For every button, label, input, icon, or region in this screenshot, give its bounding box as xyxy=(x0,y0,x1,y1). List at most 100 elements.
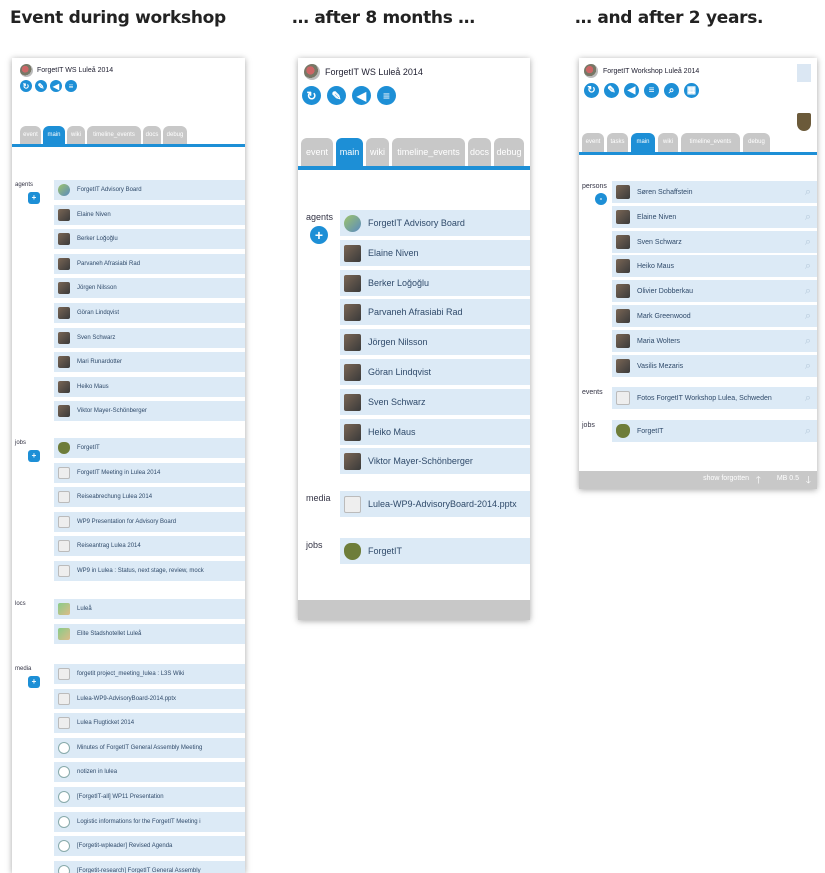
edit-icon[interactable]: ✎ xyxy=(327,86,346,105)
list-item[interactable]: notizen in lulea xyxy=(54,762,245,782)
announce-icon[interactable]: ◀ xyxy=(50,80,62,92)
tab-wiki[interactable]: wiki xyxy=(67,126,85,144)
tab-wiki[interactable]: wiki xyxy=(658,133,678,152)
list-item[interactable]: Elaine Niven xyxy=(340,240,530,266)
tab-timeline-events[interactable]: timeline_events xyxy=(681,133,740,152)
list-item[interactable]: WP9 in Lulea : Status, next stage, revie… xyxy=(54,561,245,581)
list-item[interactable]: Søren Schaffstein ⌕ xyxy=(612,181,817,203)
list-item[interactable]: Mark Greenwood ⌕ xyxy=(612,305,817,327)
list-item[interactable]: Sven Schwarz xyxy=(340,389,530,415)
list-item[interactable]: Minutes of ForgetIT General Assembly Mee… xyxy=(54,738,245,758)
list-item[interactable]: ForgetIT Advisory Board xyxy=(340,210,530,236)
tab-wiki[interactable]: wiki xyxy=(366,138,389,166)
tab-event[interactable]: event xyxy=(582,133,604,152)
list-item[interactable]: Lulea-WP9-AdvisoryBoard-2014.pptx xyxy=(54,689,245,709)
list-item[interactable]: Sven Schwarz xyxy=(54,328,245,348)
tab-debug[interactable]: debug xyxy=(163,126,187,144)
tab-main[interactable]: main xyxy=(336,138,363,166)
list-item[interactable]: Parvaneh Afrasiabi Rad xyxy=(340,299,530,325)
tab-event[interactable]: event xyxy=(20,126,41,144)
edit-icon[interactable]: ✎ xyxy=(35,80,47,92)
search-icon[interactable]: ⌕ xyxy=(805,310,811,323)
list-item[interactable]: [ForgetIT-all] WP11 Presentation xyxy=(54,787,245,807)
list-item[interactable]: forgetit project_meeting_lulea : L3S Wik… xyxy=(54,664,245,684)
list-item[interactable]: Vasilis Mezaris ⌕ xyxy=(612,355,817,377)
list-item[interactable]: Elaine Niven ⌕ xyxy=(612,206,817,228)
list-item[interactable]: Berker Loğoğlu xyxy=(340,270,530,296)
list-item[interactable]: Göran Lindqvist xyxy=(340,359,530,385)
tab-docs[interactable]: docs xyxy=(468,138,491,166)
down-arrow-icon[interactable]: 🡓 xyxy=(806,473,811,489)
list-item[interactable]: Heiko Maus xyxy=(54,377,245,397)
list-item[interactable]: Lulea Flugticket 2014 xyxy=(54,713,245,733)
list-item[interactable]: ForgetIT xyxy=(340,538,530,564)
search-icon[interactable]: ⌕ xyxy=(805,211,811,224)
add-agents-button[interactable]: + xyxy=(28,192,40,204)
show-forgotten-link[interactable]: show forgotten xyxy=(703,475,749,482)
list-item[interactable]: Sven Schwarz ⌕ xyxy=(612,231,817,253)
list-item[interactable]: WP9 Presentation for Advisory Board xyxy=(54,512,245,532)
tab-timeline-events[interactable]: timeline_events xyxy=(392,138,465,166)
search-icon[interactable]: ⌕ xyxy=(805,392,811,405)
list-item[interactable]: Berker Loğoğlu xyxy=(54,229,245,249)
search-icon[interactable]: ⌕ xyxy=(805,260,811,273)
tab-debug[interactable]: debug xyxy=(743,133,770,152)
list-item[interactable]: Jörgen Nilsson xyxy=(340,329,530,355)
list-item[interactable]: Logistic informations for the ForgetIT M… xyxy=(54,812,245,832)
list-item[interactable]: Heiko Maus xyxy=(340,419,530,445)
add-media-button[interactable]: + xyxy=(28,676,40,688)
search-icon[interactable]: ⌕ xyxy=(805,425,811,438)
list-item[interactable]: Olivier Dobberkau ⌕ xyxy=(612,280,817,302)
list-item[interactable]: ForgetIT Meeting in Lulea 2014 xyxy=(54,463,245,483)
database-icon[interactable]: ≡ xyxy=(377,86,396,105)
up-arrow-icon[interactable]: 🡑 xyxy=(756,473,761,489)
list-item[interactable]: Jörgen Nilsson xyxy=(54,278,245,298)
add-jobs-button[interactable]: + xyxy=(28,450,40,462)
list-item[interactable]: ForgetIT ⌕ xyxy=(612,420,817,442)
list-item[interactable]: Luleå xyxy=(54,599,245,619)
refresh-icon[interactable]: ↻ xyxy=(20,80,32,92)
list-item[interactable]: [Forgetit-wpleader] Revised Agenda xyxy=(54,836,245,856)
refresh-icon[interactable]: ↻ xyxy=(302,86,321,105)
search-icon[interactable]: ⌕ xyxy=(664,83,679,98)
list-item[interactable]: Heiko Maus ⌕ xyxy=(612,255,817,277)
announce-icon[interactable]: ◀ xyxy=(352,86,371,105)
list-item[interactable]: Mari Runardotter xyxy=(54,352,245,372)
tab-event[interactable]: event xyxy=(301,138,333,166)
tab-tasks[interactable]: tasks xyxy=(607,133,628,152)
list-item[interactable]: Fotos ForgetIT Workshop Lulea, Schweden ⌕ xyxy=(612,387,817,409)
list-item[interactable]: ForgetIT Advisory Board xyxy=(54,180,245,200)
tab-debug[interactable]: debug xyxy=(494,138,524,166)
search-icon[interactable]: ⌕ xyxy=(805,236,811,249)
announce-icon[interactable]: ◀ xyxy=(624,83,639,98)
refresh-icon[interactable]: ↻ xyxy=(584,83,599,98)
tab-docs[interactable]: docs xyxy=(143,126,161,144)
add-agents-button[interactable]: + xyxy=(310,226,328,244)
calendar-icon[interactable]: ▦ xyxy=(684,83,699,98)
list-item[interactable]: Viktor Mayer-Schönberger xyxy=(340,448,530,474)
list-item[interactable]: [Forgetit-research] ForgetIT General Ass… xyxy=(54,861,245,873)
list-item[interactable]: Göran Lindqvist xyxy=(54,303,245,323)
database-icon[interactable]: ≡ xyxy=(65,80,77,92)
edit-icon[interactable]: ✎ xyxy=(604,83,619,98)
list-item[interactable]: Maria Wolters ⌕ xyxy=(612,330,817,352)
map-icon xyxy=(58,628,70,640)
list-item[interactable]: Viktor Mayer-Schönberger xyxy=(54,401,245,421)
list-item[interactable]: Reiseantrag Lulea 2014 xyxy=(54,536,245,556)
list-item[interactable]: Lulea-WP9-AdvisoryBoard-2014.pptx xyxy=(340,491,530,517)
search-icon[interactable]: ⌕ xyxy=(805,285,811,298)
search-icon[interactable]: ⌕ xyxy=(805,335,811,348)
search-icon[interactable]: ⌕ xyxy=(805,186,811,199)
list-item[interactable]: ForgetIT xyxy=(54,438,245,458)
tab-timeline-events[interactable]: timeline_events xyxy=(87,126,141,144)
database-icon[interactable]: ≡ xyxy=(644,83,659,98)
tab-main[interactable]: main xyxy=(631,133,655,152)
list-item[interactable]: Elaine Niven xyxy=(54,205,245,225)
search-icon[interactable]: ⌕ xyxy=(805,360,811,373)
bookmark-icon[interactable] xyxy=(797,64,811,82)
list-item[interactable]: Parvaneh Afrasiabi Rad xyxy=(54,254,245,274)
list-item[interactable]: Reiseabrechung Lulea 2014 xyxy=(54,487,245,507)
tab-main[interactable]: main xyxy=(43,126,65,144)
add-persons-button[interactable]: - xyxy=(595,193,607,205)
list-item[interactable]: Elite Stadshotellet Luleå xyxy=(54,624,245,644)
